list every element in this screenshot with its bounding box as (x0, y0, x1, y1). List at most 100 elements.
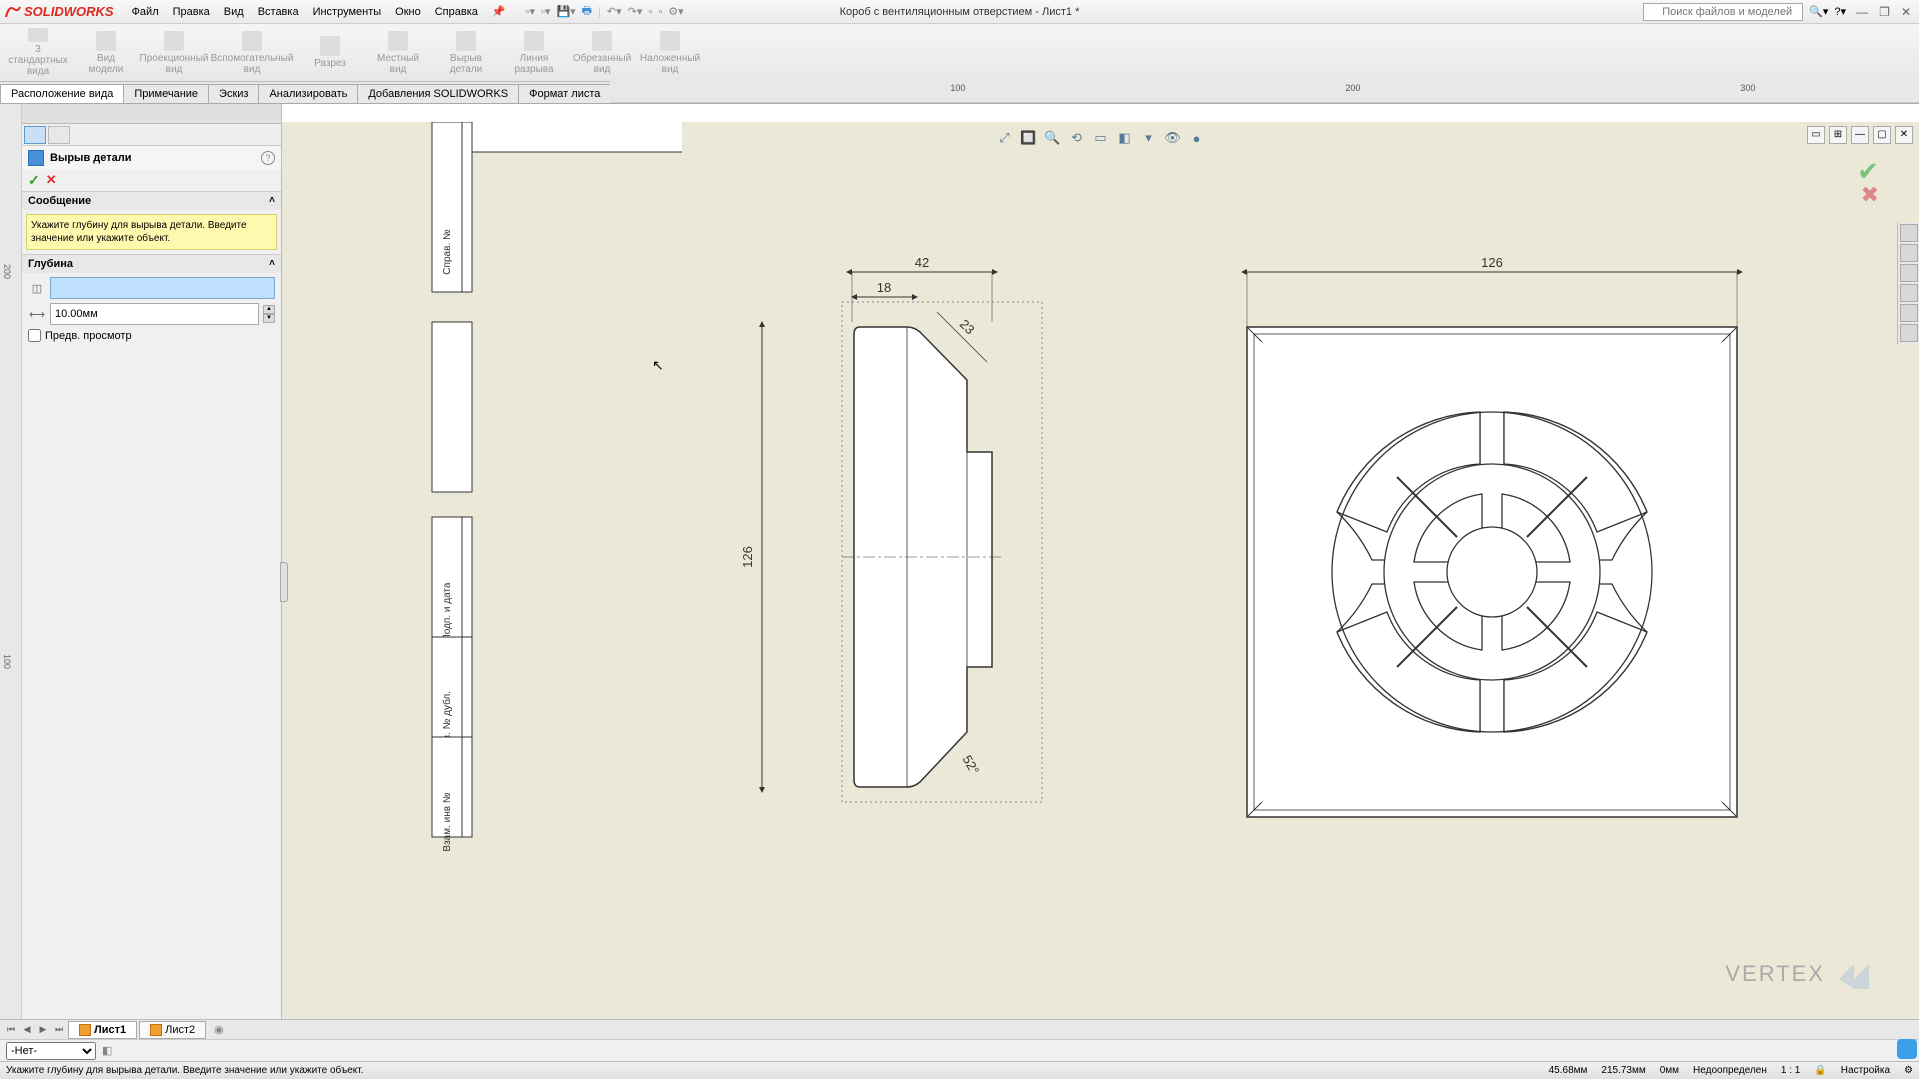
sheet-nav-last[interactable]: ⏭ (52, 1024, 66, 1035)
undo-icon[interactable]: ↶▾ (607, 5, 622, 18)
print-icon[interactable]: 🖶 (582, 2, 592, 21)
section-depth-header[interactable]: Глубина˄ (22, 255, 281, 273)
zoom-icon[interactable]: 🔍 (1043, 128, 1063, 148)
ribbon-projected-view[interactable]: Проекционный вид (144, 28, 204, 77)
appearance-icon[interactable]: ● (1187, 128, 1207, 148)
layer-props-icon[interactable]: ◧ (102, 1044, 112, 1057)
tab-addins[interactable]: Добавления SOLIDWORKS (357, 84, 519, 103)
taskpane-designlib-icon[interactable] (1900, 244, 1918, 262)
front-view[interactable]: 126 (1232, 252, 1752, 832)
chat-bubble-icon[interactable] (1897, 1039, 1917, 1059)
svg-text:126: 126 (1481, 255, 1503, 270)
cursor-icon: ↖ (652, 357, 664, 374)
ribbon-detail[interactable]: Местный вид (368, 28, 428, 77)
layer-bar: -Нет- ◧ (0, 1039, 1919, 1061)
taskpane-fileexp-icon[interactable] (1900, 264, 1918, 282)
view-orient-icon[interactable]: ▾ (1139, 128, 1159, 148)
minimize-button[interactable]: — (1852, 5, 1872, 19)
ribbon-break-line[interactable]: Линия разрыва (504, 28, 564, 77)
status-coord2: 215.73мм (1601, 1065, 1645, 1076)
search-button[interactable]: 🔍▾ (1809, 5, 1828, 18)
status-scale[interactable]: 1 : 1 (1781, 1065, 1800, 1076)
tab-evaluate[interactable]: Анализировать (258, 84, 358, 103)
viewport-single-icon[interactable]: ▭ (1807, 126, 1825, 144)
sheet-nav-next[interactable]: ▶ (36, 1024, 50, 1035)
add-sheet-button[interactable]: ◉ (208, 1023, 230, 1036)
hide-show-icon[interactable]: 👁 (1163, 128, 1183, 148)
search-input[interactable] (1643, 3, 1803, 21)
depth-value-input[interactable] (50, 303, 259, 325)
close-button[interactable]: ✕ (1897, 5, 1915, 19)
zoom-fit-icon[interactable]: ⤢ (995, 128, 1015, 148)
section-message-header[interactable]: Сообщение˄ (22, 192, 281, 210)
status-lock-icon[interactable]: 🔒 (1814, 1065, 1826, 1076)
tab-sheet-format[interactable]: Формат листа (518, 84, 611, 103)
menu-window[interactable]: Окно (389, 4, 427, 20)
side-view[interactable]: 42 18 126 23 52° (742, 252, 1142, 832)
viewport-min-icon[interactable]: — (1851, 126, 1869, 144)
ribbon-section[interactable]: Разрез (300, 28, 360, 77)
svg-text:Взам. инв №: Взам. инв № (442, 792, 453, 851)
viewport-max-icon[interactable]: ▢ (1873, 126, 1891, 144)
ribbon-crop[interactable]: Обрезанный вид (572, 28, 632, 77)
sheet-tab-1[interactable]: Лист1 (68, 1021, 137, 1039)
viewport-close-icon[interactable]: ✕ (1895, 126, 1913, 144)
zoom-area-icon[interactable]: 🔲 (1019, 128, 1039, 148)
panel-tab-property[interactable] (48, 126, 70, 144)
select-icon[interactable]: ▫ (648, 6, 652, 18)
sheet-nav-prev[interactable]: ◀ (20, 1024, 34, 1035)
menu-view[interactable]: Вид (218, 4, 250, 20)
viewport-multi-icon[interactable]: ⊞ (1829, 126, 1847, 144)
ok-button[interactable]: ✓ (28, 172, 40, 189)
ribbon-alternate[interactable]: Наложенный вид (640, 28, 700, 77)
help-icon[interactable]: ? (261, 151, 275, 165)
layer-select[interactable]: -Нет- (6, 1042, 96, 1060)
save-icon[interactable]: 💾▾ (556, 5, 575, 18)
menu-file[interactable]: Файл (126, 4, 165, 20)
new-icon[interactable]: ▫▾ (526, 5, 535, 18)
status-more-icon[interactable]: ⚙ (1904, 1065, 1913, 1076)
cancel-button[interactable]: ✕ (46, 172, 57, 189)
restore-button[interactable]: ❐ (1875, 5, 1894, 19)
rotate-icon[interactable]: ⟲ (1067, 128, 1087, 148)
tab-annotation[interactable]: Примечание (123, 84, 209, 103)
menu-insert[interactable]: Вставка (252, 4, 305, 20)
titlebar: SOLIDWORKS Файл Правка Вид Вставка Инстр… (0, 0, 1919, 24)
depth-reference-input[interactable] (50, 277, 275, 299)
display-style-icon[interactable]: ▭ (1091, 128, 1111, 148)
ribbon-broken-out[interactable]: Вырыв детали (436, 28, 496, 77)
depth-spinner[interactable]: ▲▼ (263, 305, 275, 323)
svg-text:Подп. и дата: Подп. и дата (442, 582, 453, 641)
drawing-canvas[interactable]: ⤢ 🔲 🔍 ⟲ ▭ ◧ ▾ 👁 ● ▭ ⊞ — ▢ ✕ ✔ ✖ (282, 122, 1919, 1019)
taskpane-appear-icon[interactable] (1900, 304, 1918, 322)
redo-icon[interactable]: ↷▾ (628, 5, 643, 18)
confirm-corner-cancel-icon[interactable]: ✖ (1861, 182, 1879, 208)
open-icon[interactable]: ▫▾ (541, 5, 550, 18)
status-custom[interactable]: Настройка (1841, 1065, 1890, 1076)
sheet-nav-first[interactable]: ⏮ (4, 1024, 18, 1035)
taskpane-resources-icon[interactable] (1900, 224, 1918, 242)
menu-tools[interactable]: Инструменты (307, 4, 388, 20)
tab-view-layout[interactable]: Расположение вида (0, 84, 124, 103)
taskpane-prop-icon[interactable] (1900, 324, 1918, 342)
help-button[interactable]: ?▾ (1834, 5, 1846, 18)
panel-tab-strip[interactable] (22, 104, 281, 124)
section-icon[interactable]: ◧ (1115, 128, 1135, 148)
ribbon-3views[interactable]: 3 стандартных вида (8, 28, 68, 77)
menu-help[interactable]: Справка (429, 4, 484, 20)
preview-checkbox[interactable] (28, 329, 41, 342)
options-icon[interactable]: ⚙▾ (668, 5, 683, 18)
pin-icon[interactable]: 📌 (492, 5, 506, 18)
preview-checkbox-row[interactable]: Предв. просмотр (28, 329, 275, 342)
svg-text:23: 23 (957, 316, 978, 337)
rebuild-icon[interactable]: ▫ (658, 6, 662, 18)
ribbon-aux-view[interactable]: Вспомогательный вид (212, 28, 292, 77)
tab-sketch[interactable]: Эскиз (208, 84, 259, 103)
menu-edit[interactable]: Правка (167, 4, 216, 20)
panel-collapse-handle[interactable] (280, 562, 288, 602)
sheet-tab-2[interactable]: Лист2 (139, 1021, 206, 1039)
ruler-vertical: 200 100 (0, 104, 22, 1019)
ribbon-model-view[interactable]: Вид модели (76, 28, 136, 77)
taskpane-viewpal-icon[interactable] (1900, 284, 1918, 302)
panel-tab-feature-tree[interactable] (24, 126, 46, 144)
